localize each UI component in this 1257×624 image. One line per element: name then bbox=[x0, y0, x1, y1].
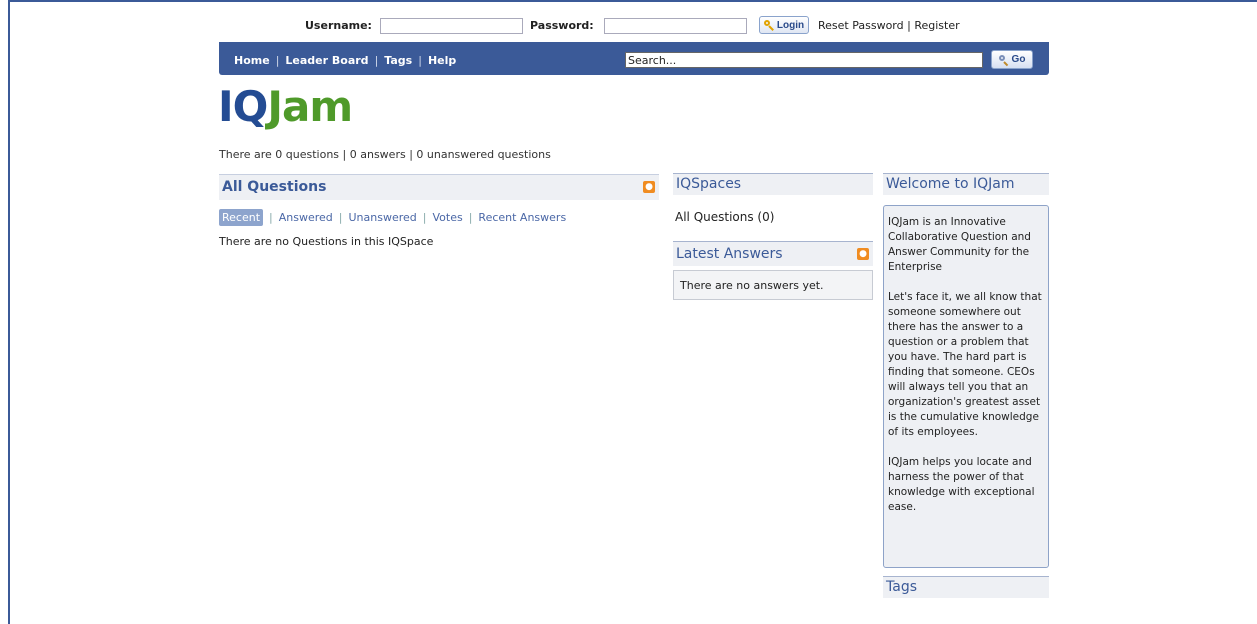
welcome-paragraph: IQJam helps you locate and harness the p… bbox=[888, 456, 1035, 513]
tags-title: Tags bbox=[886, 579, 917, 595]
tab-answered[interactable]: Answered bbox=[279, 211, 333, 224]
reset-password-link[interactable]: Reset Password bbox=[818, 19, 904, 32]
password-label: Password: bbox=[530, 19, 594, 32]
latest-answers-header: Latest Answers ● bbox=[673, 241, 873, 266]
tab-recent-answers[interactable]: Recent Answers bbox=[478, 211, 566, 224]
logo-jam: Jam bbox=[267, 82, 353, 131]
welcome-box: IQJam is an Innovative Collaborative Que… bbox=[883, 205, 1049, 568]
register-link[interactable]: Register bbox=[914, 19, 959, 32]
welcome-header: Welcome to IQJam bbox=[883, 173, 1049, 195]
nav-links: Home | Leader Board | Tags | Help bbox=[234, 54, 457, 67]
username-label: Username: bbox=[305, 19, 372, 32]
latest-answers-rss-icon[interactable]: ● bbox=[857, 248, 869, 260]
login-bar: Username: Password: Login Reset Password… bbox=[219, 15, 1049, 37]
latest-answers-box: There are no answers yet. bbox=[673, 270, 873, 300]
search-input[interactable] bbox=[625, 52, 983, 68]
tab-unanswered[interactable]: Unanswered bbox=[349, 211, 417, 224]
login-button-label: Login bbox=[776, 19, 805, 31]
site-stats: There are 0 questions | 0 answers | 0 un… bbox=[219, 148, 551, 161]
tags-header: Tags bbox=[883, 576, 1049, 598]
username-input[interactable] bbox=[380, 18, 523, 34]
password-input[interactable] bbox=[604, 18, 747, 34]
account-links: Reset Password | Register bbox=[818, 19, 960, 32]
window-frame-left bbox=[8, 0, 10, 624]
iqspaces-title: IQSpaces bbox=[676, 176, 742, 192]
go-button-label: Go bbox=[1011, 54, 1026, 65]
iqspaces-header: IQSpaces bbox=[673, 173, 873, 195]
logo-iq: IQ bbox=[218, 82, 268, 131]
no-questions-message: There are no Questions in this IQSpace bbox=[219, 235, 434, 248]
welcome-paragraph: IQJam is an Innovative Collaborative Que… bbox=[888, 216, 1031, 273]
latest-answers-title: Latest Answers bbox=[676, 246, 783, 262]
link-separator: | bbox=[907, 19, 911, 32]
key-icon bbox=[763, 19, 775, 31]
rss-icon[interactable]: ● bbox=[643, 181, 655, 193]
nav-leader-board[interactable]: Leader Board bbox=[285, 54, 368, 67]
question-tabs: Recent | Answered | Unanswered | Votes | Rec… bbox=[219, 209, 566, 226]
nav-help[interactable]: Help bbox=[428, 54, 456, 67]
tab-recent[interactable]: Recent bbox=[219, 209, 264, 226]
window-frame-top bbox=[8, 0, 1257, 2]
search-go-button[interactable]: Go bbox=[991, 50, 1033, 69]
iqjam-logo[interactable]: IQJam bbox=[218, 82, 353, 132]
nav-tags[interactable]: Tags bbox=[384, 54, 412, 67]
main-navbar: Home|Leader Board|Tags|Help Go bbox=[219, 42, 1049, 75]
iqspace-all-questions-link[interactable]: All Questions (0) bbox=[675, 210, 774, 224]
welcome-title: Welcome to IQJam bbox=[886, 176, 1015, 192]
login-button[interactable]: Login bbox=[759, 16, 809, 34]
all-questions-header: All Questions ● bbox=[219, 174, 659, 200]
welcome-paragraph: Let's face it, we all know that someone … bbox=[888, 291, 1042, 438]
tab-votes[interactable]: Votes bbox=[432, 211, 462, 224]
nav-home[interactable]: Home bbox=[234, 54, 270, 67]
all-questions-title: All Questions bbox=[222, 179, 327, 195]
no-answers-message: There are no answers yet. bbox=[680, 279, 824, 292]
magnifier-icon bbox=[998, 54, 1009, 65]
